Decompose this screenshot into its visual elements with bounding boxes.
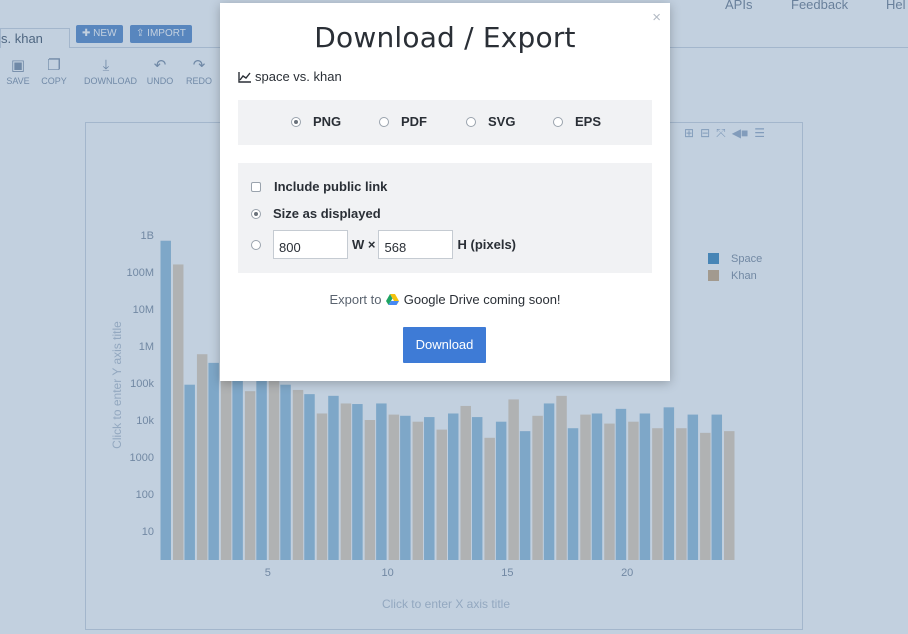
height-input[interactable] — [378, 230, 454, 259]
format-selector: PNG PDF SVG EPS — [238, 100, 652, 145]
include-public-link-checkbox[interactable] — [251, 181, 261, 192]
format-option-eps[interactable]: EPS — [553, 114, 601, 129]
download-button[interactable]: Download — [403, 327, 486, 363]
format-option-png[interactable]: PNG — [291, 114, 341, 129]
format-label-png: PNG — [313, 114, 342, 129]
format-label-svg: SVG — [488, 114, 516, 129]
width-unit-label: W × — [352, 237, 376, 252]
format-radio-pdf[interactable] — [379, 116, 389, 127]
custom-size-radio[interactable] — [251, 239, 261, 250]
height-unit-label: H (pixels) — [457, 237, 516, 252]
format-label-eps: EPS — [575, 114, 602, 129]
custom-size-option: W × H (pixels) — [251, 230, 519, 259]
include-public-link-label: Include public link — [274, 179, 388, 194]
format-radio-png[interactable] — [291, 116, 301, 127]
format-option-pdf[interactable]: PDF — [379, 114, 427, 129]
include-public-link-option[interactable]: Include public link — [251, 179, 387, 194]
size-as-displayed-label: Size as displayed — [273, 206, 381, 221]
format-radio-eps[interactable] — [553, 116, 563, 127]
plot-name: space vs. khan — [238, 69, 342, 84]
export-drive-note: Export to Google Drive coming soon! — [220, 292, 670, 307]
export-dialog: × Download / Export space vs. khan PNG P… — [220, 3, 670, 381]
size-as-displayed-radio[interactable] — [251, 208, 261, 219]
export-options: Include public link Size as displayed W … — [238, 163, 652, 273]
format-label-pdf: PDF — [401, 114, 427, 129]
format-radio-svg[interactable] — [466, 116, 476, 127]
google-drive-icon — [386, 294, 400, 305]
size-as-displayed-option[interactable]: Size as displayed — [251, 206, 381, 221]
export-prefix: Export to — [329, 292, 382, 307]
export-service: Google Drive coming soon! — [403, 292, 561, 307]
width-input[interactable] — [273, 230, 348, 259]
plot-name-label: space vs. khan — [255, 69, 342, 84]
line-chart-icon — [238, 71, 251, 83]
dialog-title: Download / Export — [314, 21, 576, 54]
format-option-svg[interactable]: SVG — [466, 114, 515, 129]
